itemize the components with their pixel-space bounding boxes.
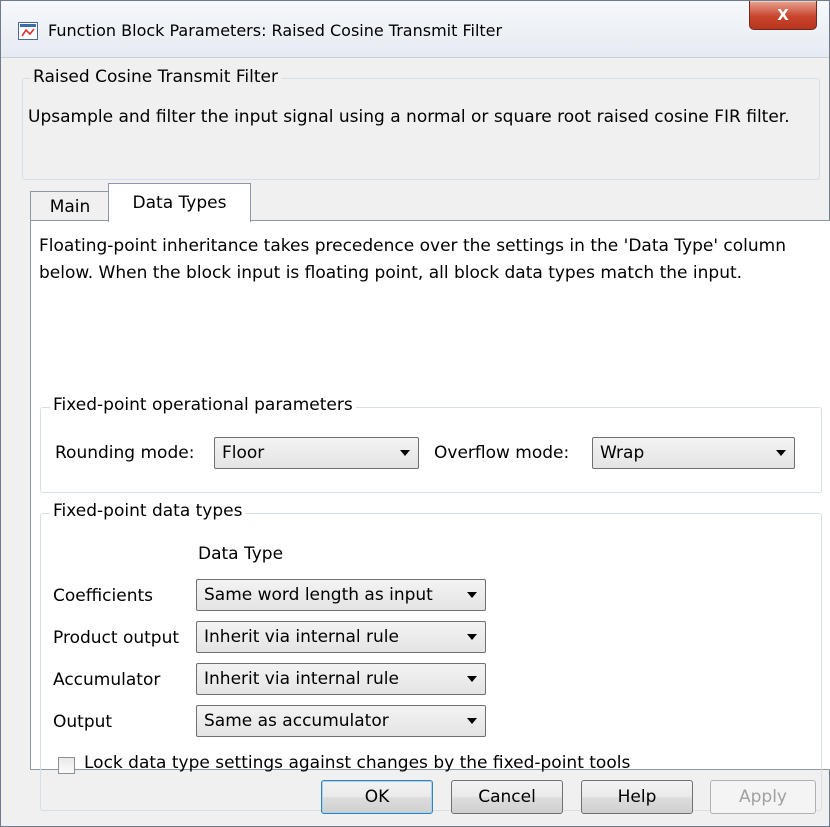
help-button[interactable]: Help: [581, 780, 693, 814]
accumulator-data-type-select[interactable]: Inherit via internal rule: [196, 663, 486, 695]
dialog-content: Raised Cosine Transmit Filter Upsample a…: [10, 58, 830, 814]
coefficients-data-type-value: Same word length as input: [204, 585, 433, 605]
fixed-point-data-types-title: Fixed-point data types: [50, 501, 246, 521]
close-button[interactable]: X: [749, 1, 817, 30]
accumulator-label: Accumulator: [53, 670, 161, 690]
lock-data-type-label[interactable]: Lock data type settings against changes …: [84, 753, 630, 773]
data-types-panel: Floating-point inheritance takes precede…: [30, 220, 830, 811]
chevron-down-icon: [467, 634, 477, 640]
apply-button-label: Apply: [739, 787, 787, 807]
accumulator-data-type-value: Inherit via internal rule: [204, 669, 399, 689]
coefficients-label: Coefficients: [53, 586, 153, 606]
overflow-mode-select[interactable]: Wrap: [592, 437, 795, 469]
output-label: Output: [53, 712, 113, 732]
operational-parameters-title: Fixed-point operational parameters: [50, 395, 356, 415]
close-icon: X: [777, 6, 789, 24]
description-text: Upsample and filter the input signal usi…: [28, 107, 790, 127]
output-data-type-value: Same as accumulator: [204, 711, 389, 731]
chevron-down-icon: [467, 676, 477, 682]
overflow-mode-value: Wrap: [600, 443, 645, 463]
tab-data-types[interactable]: Data Types: [108, 183, 251, 222]
coefficients-data-type-select[interactable]: Same word length as input: [196, 579, 486, 611]
chevron-down-icon: [776, 450, 786, 456]
rounding-mode-value: Floor: [222, 443, 265, 463]
lock-data-type-checkbox[interactable]: [58, 757, 75, 774]
tab-data-types-label: Data Types: [132, 193, 227, 213]
inheritance-note: Floating-point inheritance takes precede…: [39, 236, 787, 283]
chevron-down-icon: [467, 718, 477, 724]
overflow-mode-label: Overflow mode:: [434, 443, 570, 463]
chevron-down-icon: [400, 450, 410, 456]
rounding-mode-select[interactable]: Floor: [214, 437, 419, 469]
output-data-type-select[interactable]: Same as accumulator: [196, 705, 486, 737]
rounding-mode-label: Rounding mode:: [55, 443, 195, 463]
product-output-data-type-value: Inherit via internal rule: [204, 627, 399, 647]
product-output-data-type-select[interactable]: Inherit via internal rule: [196, 621, 486, 653]
simulink-block-icon: [18, 22, 38, 40]
description-group-title: Raised Cosine Transmit Filter: [30, 67, 281, 87]
cancel-button[interactable]: Cancel: [451, 780, 563, 814]
ok-button[interactable]: OK: [321, 780, 433, 814]
chevron-down-icon: [467, 592, 477, 598]
data-type-column-header: Data Type: [198, 544, 284, 564]
tab-main-label: Main: [49, 196, 91, 217]
ok-button-label: OK: [364, 787, 390, 807]
dialog-window: Function Block Parameters: Raised Cosine…: [0, 0, 830, 827]
tab-main[interactable]: Main: [30, 191, 110, 221]
help-button-label: Help: [617, 787, 657, 807]
title-bar[interactable]: Function Block Parameters: Raised Cosine…: [1, 1, 829, 58]
product-output-label: Product output: [53, 628, 180, 648]
apply-button: Apply: [710, 780, 816, 814]
window-title: Function Block Parameters: Raised Cosine…: [48, 21, 503, 40]
cancel-button-label: Cancel: [478, 787, 536, 807]
